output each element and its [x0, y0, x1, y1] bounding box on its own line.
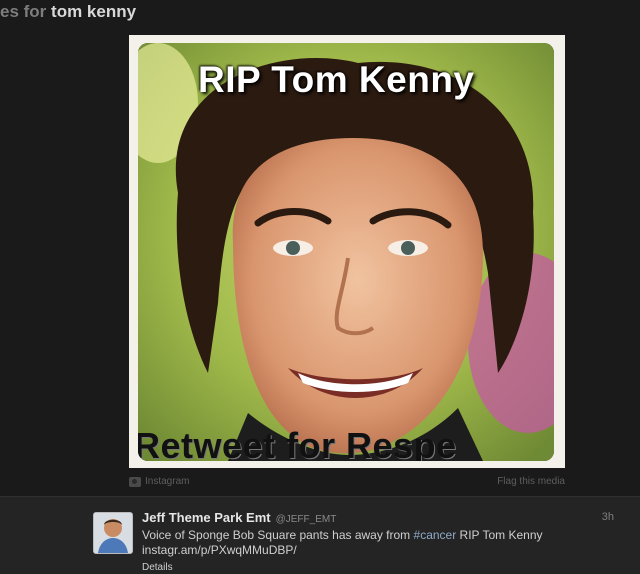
avatar[interactable]	[93, 512, 133, 554]
media-source[interactable]: Instagram	[129, 476, 189, 487]
page: es for tom kenny RIP Tom Kenny Retweet f…	[0, 0, 640, 574]
flag-media-link[interactable]: Flag this media	[497, 476, 565, 487]
hashtag-link[interactable]: #cancer	[414, 528, 457, 542]
tweet-timestamp[interactable]: 3h	[602, 511, 614, 523]
tweet: Jeff Theme Park Emt @JEFF_EMT Voice of S…	[0, 496, 640, 574]
tweet-url-link[interactable]: instagr.am/p/PXwqMMuDBP/	[142, 543, 612, 558]
camera-icon	[129, 476, 141, 487]
portrait-illustration	[138, 43, 554, 461]
overlay-title-text: RIP Tom Kenny	[198, 59, 475, 100]
tweet-header: Jeff Theme Park Emt @JEFF_EMT	[142, 510, 612, 525]
overlay-bottom-text: Retweet for Respe	[138, 425, 457, 461]
media-source-label: Instagram	[145, 476, 190, 487]
search-query: tom kenny	[51, 2, 137, 21]
tweet-body: Jeff Theme Park Emt @JEFF_EMT Voice of S…	[142, 510, 612, 573]
tweet-text-part: RIP Tom Kenny	[456, 528, 543, 542]
search-results-title: es for tom kenny	[0, 0, 136, 26]
media-viewer: RIP Tom Kenny Retweet for Respe Instagra…	[0, 26, 640, 496]
details-link[interactable]: Details	[142, 562, 612, 573]
photo-image: RIP Tom Kenny Retweet for Respe	[138, 43, 554, 461]
search-title-prefix: es for	[0, 2, 47, 21]
tweet-text-part: Voice of Sponge Bob Square pants has awa…	[142, 528, 414, 542]
author-name[interactable]: Jeff Theme Park Emt	[142, 510, 271, 525]
tweet-text: Voice of Sponge Bob Square pants has awa…	[142, 527, 582, 543]
media-photo[interactable]: RIP Tom Kenny Retweet for Respe	[129, 35, 565, 468]
avatar-image	[94, 513, 132, 553]
media-meta-bar: Instagram Flag this media	[129, 476, 565, 492]
author-handle[interactable]: @JEFF_EMT	[276, 514, 337, 525]
